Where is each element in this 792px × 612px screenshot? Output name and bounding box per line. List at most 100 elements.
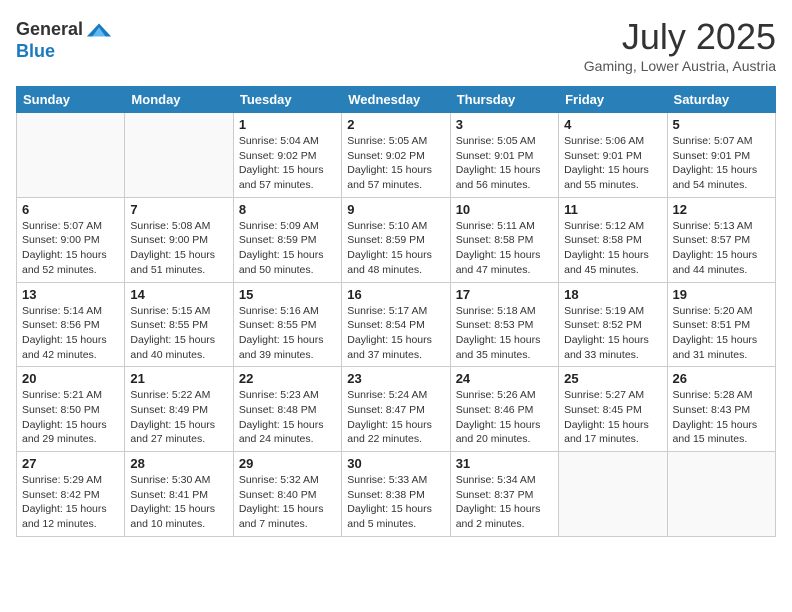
calendar-cell: 23Sunrise: 5:24 AM Sunset: 8:47 PM Dayli… [342,367,450,452]
day-info: Sunrise: 5:29 AM Sunset: 8:42 PM Dayligh… [22,473,119,532]
calendar-cell: 29 Sunrise: 5:32 AM Sunset: 8:40 PM Dayli… [233,452,341,537]
day-header-friday: Friday [559,87,667,113]
day-info: Sunrise: 5:18 AM Sunset: 8:53 PM Dayligh… [456,304,553,363]
day-info: Sunrise: 5:30 AM Sunset: 8:41 PM Dayligh… [130,473,227,532]
calendar-cell: 11Sunrise: 5:12 AM Sunset: 8:58 PM Dayli… [559,197,667,282]
calendar-week-4: 20 Sunrise: 5:21 AM Sunset: 8:50 PM Dayli… [17,367,776,452]
day-info: Sunrise: 5:04 AM Sunset: 9:02 PM Dayligh… [239,134,336,193]
calendar-cell: 13Sunrise: 5:14 AM Sunset: 8:56 PM Dayli… [17,282,125,367]
calendar-cell: 31 Sunrise: 5:34 AM Sunset: 8:37 PM Dayli… [450,452,558,537]
calendar-cell [559,452,667,537]
day-number: 28 [130,456,227,471]
day-number: 12 [673,202,770,217]
day-header-sunday: Sunday [17,87,125,113]
day-info: Sunrise: 5:22 AM Sunset: 8:49 PM Dayligh… [130,388,227,447]
page-header: General Blue July 2025 Gaming, Lower Aus… [16,16,776,74]
calendar-cell: 30 Sunrise: 5:33 AM Sunset: 8:38 PM Dayli… [342,452,450,537]
day-info: Sunrise: 5:20 AM Sunset: 8:51 PM Dayligh… [673,304,770,363]
calendar-cell: 26 Sunrise: 5:28 AM Sunset: 8:43 PM Dayli… [667,367,775,452]
calendar-cell: 15 Sunrise: 5:16 AM Sunset: 8:55 PM Dayli… [233,282,341,367]
day-info: Sunrise: 5:32 AM Sunset: 8:40 PM Dayligh… [239,473,336,532]
day-number: 15 [239,287,336,302]
day-info: Sunrise: 5:23 AM Sunset: 8:48 PM Dayligh… [239,388,336,447]
day-number: 2 [347,117,444,132]
calendar-cell: 14 Sunrise: 5:15 AM Sunset: 8:55 PM Dayli… [125,282,233,367]
day-number: 8 [239,202,336,217]
calendar-week-1: 1 Sunrise: 5:04 AM Sunset: 9:02 PM Daylig… [17,113,776,198]
day-info: Sunrise: 5:13 AM Sunset: 8:57 PM Dayligh… [673,219,770,278]
day-number: 4 [564,117,661,132]
calendar-cell: 17 Sunrise: 5:18 AM Sunset: 8:53 PM Dayli… [450,282,558,367]
calendar-cell: 25 Sunrise: 5:27 AM Sunset: 8:45 PM Dayli… [559,367,667,452]
calendar-cell: 18 Sunrise: 5:19 AM Sunset: 8:52 PM Dayli… [559,282,667,367]
day-number: 16 [347,287,444,302]
day-number: 21 [130,371,227,386]
logo: General Blue [16,16,113,62]
calendar-cell: 24 Sunrise: 5:26 AM Sunset: 8:46 PM Dayli… [450,367,558,452]
day-info: Sunrise: 5:33 AM Sunset: 8:38 PM Dayligh… [347,473,444,532]
day-number: 17 [456,287,553,302]
calendar-week-2: 6 Sunrise: 5:07 AM Sunset: 9:00 PM Daylig… [17,197,776,282]
calendar-cell: 4 Sunrise: 5:06 AM Sunset: 9:01 PM Daylig… [559,113,667,198]
calendar-cell: 10Sunrise: 5:11 AM Sunset: 8:58 PM Dayli… [450,197,558,282]
calendar-header-row: SundayMondayTuesdayWednesdayThursdayFrid… [17,87,776,113]
calendar-cell: 28 Sunrise: 5:30 AM Sunset: 8:41 PM Dayli… [125,452,233,537]
calendar-cell: 27 Sunrise: 5:29 AM Sunset: 8:42 PM Dayli… [17,452,125,537]
logo-blue: Blue [16,42,55,62]
day-number: 27 [22,456,119,471]
calendar-cell: 12 Sunrise: 5:13 AM Sunset: 8:57 PM Dayli… [667,197,775,282]
calendar-cell: 2 Sunrise: 5:05 AM Sunset: 9:02 PM Daylig… [342,113,450,198]
calendar-week-3: 13Sunrise: 5:14 AM Sunset: 8:56 PM Dayli… [17,282,776,367]
day-number: 25 [564,371,661,386]
calendar-cell: 9Sunrise: 5:10 AM Sunset: 8:59 PM Daylig… [342,197,450,282]
day-info: Sunrise: 5:06 AM Sunset: 9:01 PM Dayligh… [564,134,661,193]
day-info: Sunrise: 5:07 AM Sunset: 9:00 PM Dayligh… [22,219,119,278]
day-number: 29 [239,456,336,471]
day-info: Sunrise: 5:27 AM Sunset: 8:45 PM Dayligh… [564,388,661,447]
calendar-cell: 22 Sunrise: 5:23 AM Sunset: 8:48 PM Dayli… [233,367,341,452]
day-number: 18 [564,287,661,302]
day-info: Sunrise: 5:11 AM Sunset: 8:58 PM Dayligh… [456,219,553,278]
day-number: 30 [347,456,444,471]
day-info: Sunrise: 5:28 AM Sunset: 8:43 PM Dayligh… [673,388,770,447]
day-number: 1 [239,117,336,132]
day-number: 20 [22,371,119,386]
day-number: 24 [456,371,553,386]
calendar-cell: 21 Sunrise: 5:22 AM Sunset: 8:49 PM Dayli… [125,367,233,452]
day-info: Sunrise: 5:19 AM Sunset: 8:52 PM Dayligh… [564,304,661,363]
day-info: Sunrise: 5:05 AM Sunset: 9:01 PM Dayligh… [456,134,553,193]
calendar-cell: 7Sunrise: 5:08 AM Sunset: 9:00 PM Daylig… [125,197,233,282]
logo-general: General [16,20,83,40]
calendar-cell: 19 Sunrise: 5:20 AM Sunset: 8:51 PM Dayli… [667,282,775,367]
month-year: July 2025 [584,16,776,58]
day-info: Sunrise: 5:26 AM Sunset: 8:46 PM Dayligh… [456,388,553,447]
calendar-cell: 6 Sunrise: 5:07 AM Sunset: 9:00 PM Daylig… [17,197,125,282]
day-number: 19 [673,287,770,302]
calendar-cell [667,452,775,537]
day-number: 26 [673,371,770,386]
day-header-monday: Monday [125,87,233,113]
day-number: 14 [130,287,227,302]
day-number: 22 [239,371,336,386]
day-info: Sunrise: 5:15 AM Sunset: 8:55 PM Dayligh… [130,304,227,363]
day-header-saturday: Saturday [667,87,775,113]
day-info: Sunrise: 5:21 AM Sunset: 8:50 PM Dayligh… [22,388,119,447]
day-info: Sunrise: 5:07 AM Sunset: 9:01 PM Dayligh… [673,134,770,193]
day-number: 31 [456,456,553,471]
day-header-wednesday: Wednesday [342,87,450,113]
calendar-cell [125,113,233,198]
calendar-week-5: 27 Sunrise: 5:29 AM Sunset: 8:42 PM Dayli… [17,452,776,537]
day-number: 6 [22,202,119,217]
day-info: Sunrise: 5:34 AM Sunset: 8:37 PM Dayligh… [456,473,553,532]
calendar-table: SundayMondayTuesdayWednesdayThursdayFrid… [16,86,776,537]
calendar-cell: 20 Sunrise: 5:21 AM Sunset: 8:50 PM Dayli… [17,367,125,452]
title-block: July 2025 Gaming, Lower Austria, Austria [584,16,776,74]
calendar-cell: 8Sunrise: 5:09 AM Sunset: 8:59 PM Daylig… [233,197,341,282]
day-info: Sunrise: 5:16 AM Sunset: 8:55 PM Dayligh… [239,304,336,363]
day-info: Sunrise: 5:24 AM Sunset: 8:47 PM Dayligh… [347,388,444,447]
day-info: Sunrise: 5:05 AM Sunset: 9:02 PM Dayligh… [347,134,444,193]
day-number: 3 [456,117,553,132]
calendar-cell [17,113,125,198]
day-info: Sunrise: 5:14 AM Sunset: 8:56 PM Dayligh… [22,304,119,363]
day-info: Sunrise: 5:12 AM Sunset: 8:58 PM Dayligh… [564,219,661,278]
